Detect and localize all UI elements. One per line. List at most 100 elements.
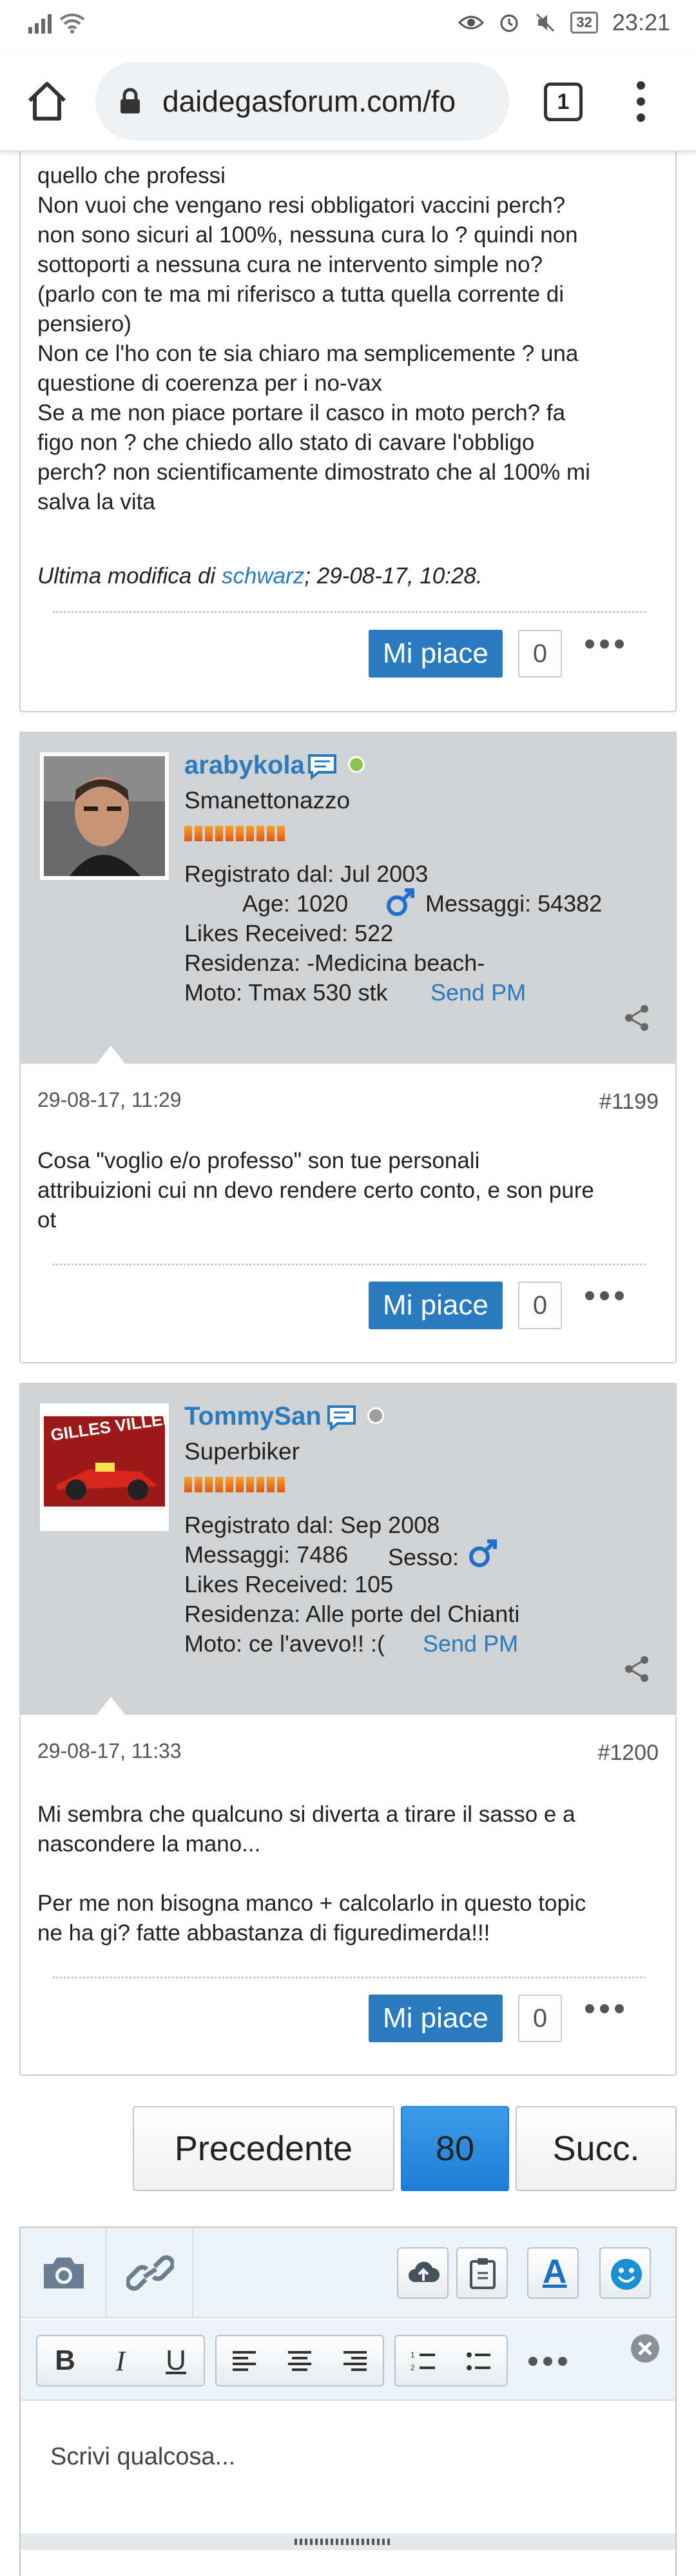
editor-toolbar-format: B I U 1 2 [21, 2319, 675, 2401]
upload-button[interactable] [397, 2247, 449, 2299]
like-count: 0 [518, 1282, 562, 1329]
signal-icon [28, 12, 52, 34]
post-number-link[interactable]: #1199 [599, 1089, 659, 1115]
previous-page-button[interactable]: Precedente [133, 2106, 394, 2191]
user-registered: Registrato dal: Jul 2003 [184, 861, 429, 887]
address-bar[interactable]: daidegasforum.com/fo [95, 62, 509, 141]
like-button[interactable]: Mi piace [369, 1282, 503, 1329]
like-count: 0 [518, 1995, 562, 2042]
post-date: 29-08-17, 11:29 [37, 1088, 182, 1111]
browser-menu-icon[interactable] [634, 81, 647, 124]
clock: 23:21 [612, 9, 670, 35]
bullet-list-button[interactable] [451, 2336, 507, 2385]
user-panel-arabykola: arabykola Smanettonazzo Registrato dal: … [19, 732, 677, 1064]
post-top: quello che professi Non vuoi che vengano… [19, 129, 677, 712]
post-content: quello che professi Non vuoi che vengano… [37, 163, 590, 514]
bold-button[interactable]: B [37, 2336, 93, 2385]
more-options-icon[interactable] [585, 639, 624, 649]
share-icon[interactable] [621, 1654, 652, 1684]
editor-resize-handle[interactable] [21, 2533, 675, 2550]
text-style-group: B I U [36, 2335, 205, 2386]
current-page-button[interactable]: 80 [401, 2106, 509, 2191]
user-residence: Residenza: Alle porte del Chianti [184, 1601, 520, 1627]
send-pm-link[interactable]: Send PM [430, 979, 526, 1006]
divider [53, 611, 646, 613]
message-input[interactable]: Scrivi qualcosa... [50, 2443, 235, 2471]
link-button[interactable] [107, 2228, 193, 2318]
editor-toolbar-top: A [21, 2228, 675, 2318]
chat-bubble-icon[interactable] [307, 753, 338, 780]
rank-bar [184, 826, 285, 841]
camera-icon [44, 2258, 84, 2288]
browser-toolbar: daidegasforum.com/fo 1 [0, 52, 696, 151]
url-text: daidegasforum.com/fo [162, 84, 456, 118]
post-content: Mi sembra che qualcuno si diverta a tira… [37, 1802, 586, 1946]
list-group: 1 2 [394, 2335, 508, 2386]
cloud-upload-icon [409, 2261, 440, 2282]
svg-text:1: 1 [411, 2350, 415, 2359]
post-number-link[interactable]: #1200 [597, 1741, 659, 1766]
user-likes: Likes Received: 522 [184, 920, 394, 946]
user-messages: Messaggi: 54382 [425, 890, 603, 917]
chat-bubble-icon[interactable] [326, 1404, 357, 1431]
battery-indicator: 32 [570, 12, 598, 34]
camera-button[interactable] [21, 2228, 107, 2318]
divider [53, 1976, 646, 1978]
mute-icon [536, 13, 555, 32]
next-page-button[interactable]: Succ. [516, 2106, 677, 2191]
avatar[interactable]: GILLES VILLENEUVE [40, 1401, 221, 1531]
align-right-icon [343, 2351, 367, 2371]
italic-button[interactable]: I [93, 2336, 148, 2385]
tab-switcher-button[interactable]: 1 [544, 83, 583, 121]
align-right-button[interactable] [327, 2336, 383, 2385]
align-left-button[interactable] [217, 2336, 272, 2385]
username[interactable]: TommySan [184, 1402, 322, 1431]
post-date: 29-08-17, 11:33 [37, 1739, 182, 1762]
underline-button[interactable]: U [148, 2336, 204, 2385]
avatar[interactable] [40, 752, 169, 880]
like-button[interactable]: Mi piace [369, 1995, 503, 2042]
user-messages: Messaggi: 7486 [184, 1541, 349, 1568]
offline-status-icon [367, 1407, 384, 1424]
post-1200: 29-08-17, 11:33 #1200 Mi sembra che qual… [19, 1715, 677, 2076]
user-moto: Moto: ce l'avevo!! :( [184, 1630, 385, 1657]
panel-pointer [97, 1697, 125, 1715]
male-gender-icon [469, 1539, 497, 1567]
text-color-button[interactable]: A [527, 2247, 579, 2299]
close-icon[interactable] [629, 2332, 661, 2365]
male-gender-icon [387, 888, 414, 916]
user-moto: Moto: Tmax 530 stk [184, 979, 388, 1006]
user-residence: Residenza: -Medicina beach- [184, 950, 485, 976]
more-options-icon[interactable] [585, 1291, 624, 1300]
user-title: Smanettonazzo [184, 787, 351, 814]
lock-icon [121, 88, 140, 113]
user-age: Age: 1020 [242, 890, 349, 917]
link-icon [126, 2255, 174, 2291]
username[interactable]: arabykola [184, 751, 305, 780]
user-panel-tommysan: GILLES VILLENEUVE TommySan Superbiker Re… [19, 1383, 677, 1715]
send-pm-link[interactable]: Send PM [423, 1630, 518, 1657]
panel-pointer [97, 1046, 125, 1064]
user-registered: Registrato dal: Sep 2008 [184, 1512, 440, 1538]
emoji-button[interactable] [599, 2247, 651, 2299]
align-center-button[interactable] [272, 2336, 327, 2385]
align-center-icon [288, 2351, 311, 2371]
alignment-group [215, 2335, 384, 2386]
home-icon[interactable] [24, 79, 70, 124]
ordered-list-button[interactable]: 1 2 [396, 2336, 451, 2385]
like-count: 0 [518, 630, 562, 678]
smiley-icon [611, 2259, 642, 2290]
user-likes: Likes Received: 105 [184, 1571, 394, 1597]
more-format-icon[interactable] [528, 2357, 567, 2366]
share-icon[interactable] [621, 1002, 652, 1033]
editor-user-link[interactable]: schwarz [222, 563, 304, 589]
post-1199: 29-08-17, 11:29 #1199 Cosa "voglio e/o p… [19, 1064, 677, 1363]
edit-note: Ultima modifica di schwarz; 29-08-17, 10… [37, 563, 483, 589]
user-gender-label: Sesso: [388, 1544, 459, 1570]
like-button[interactable]: Mi piace [369, 630, 503, 678]
paste-button[interactable] [456, 2247, 508, 2299]
rank-bar [184, 1477, 285, 1492]
status-bar: 32 23:21 [0, 0, 696, 48]
bullet-list-icon [467, 2352, 490, 2370]
more-options-icon[interactable] [585, 2004, 624, 2013]
